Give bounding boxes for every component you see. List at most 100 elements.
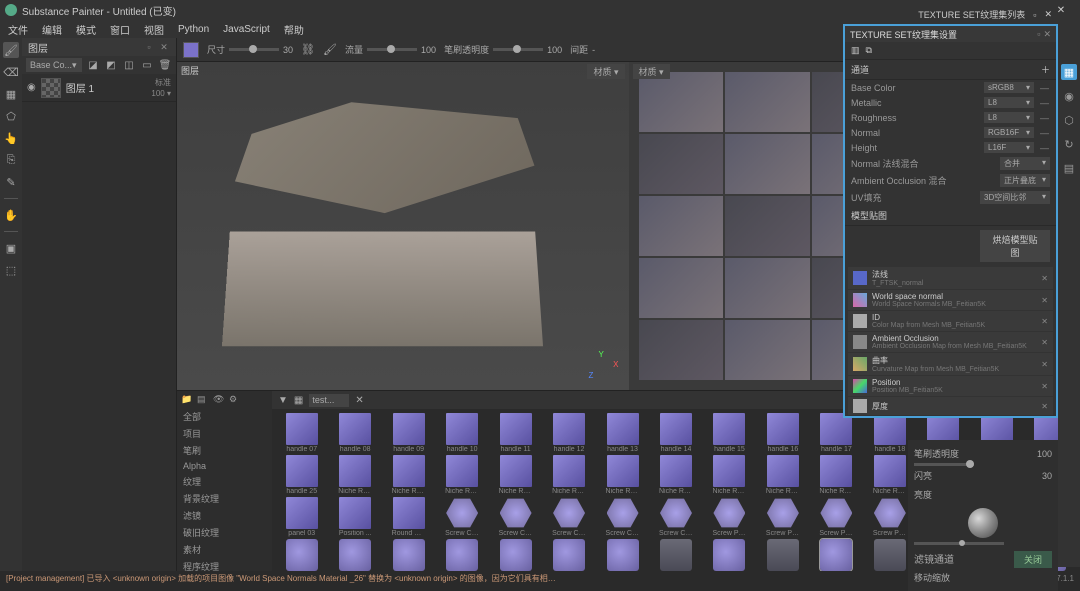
channel-format-select[interactable]: L8▾ bbox=[984, 112, 1034, 123]
tab-close-icon[interactable]: ✕ bbox=[1044, 9, 1052, 20]
brush-preview-swatch[interactable] bbox=[183, 42, 199, 58]
shelf-asset[interactable]: handle 15 bbox=[704, 413, 755, 453]
shelf-asset[interactable]: Niche Rec... bbox=[757, 455, 808, 495]
clear-search-icon[interactable]: ✕ bbox=[355, 395, 363, 406]
shelf-asset[interactable]: Screw Pol... bbox=[811, 497, 862, 537]
shelf-asset[interactable]: Position ... bbox=[329, 497, 380, 537]
vp2d-shader-select[interactable]: 材质 ▾ bbox=[633, 64, 670, 79]
mesh-map-row[interactable]: Ambient OcclusionAmbient Occlusion Map f… bbox=[848, 332, 1053, 352]
axis-gizmo[interactable]: YXZ bbox=[589, 350, 619, 380]
shelf-asset[interactable]: handle 17 bbox=[811, 413, 862, 453]
menu-javascript[interactable]: JavaScript bbox=[223, 24, 270, 35]
blend-mode-select[interactable]: Base Co... ▾ bbox=[26, 58, 82, 72]
delete-layer-icon[interactable]: 🗑 bbox=[158, 58, 172, 72]
channel-remove-icon[interactable]: — bbox=[1040, 113, 1050, 123]
picker-tool-icon[interactable]: ✎ bbox=[3, 174, 19, 190]
map-remove-icon[interactable]: ✕ bbox=[1041, 360, 1048, 369]
shelf-asset[interactable]: handle 10 bbox=[436, 413, 487, 453]
menu-help[interactable]: 帮助 bbox=[284, 22, 304, 37]
channel-format-select[interactable]: L16F▾ bbox=[984, 142, 1034, 153]
shelf-cat[interactable]: 背景纹理 bbox=[177, 490, 272, 507]
add-layer-icon[interactable]: ◪ bbox=[86, 58, 100, 72]
map-remove-icon[interactable]: ✕ bbox=[1041, 274, 1048, 283]
shelf-cat[interactable]: 破旧纹理 bbox=[177, 524, 272, 541]
texture-set-list-tab[interactable]: TEXTURE SET纹理集列表 ▫ ✕ bbox=[912, 6, 1058, 23]
visibility-icon[interactable]: ◉ bbox=[27, 82, 36, 93]
cube-tool-icon[interactable]: ⬚ bbox=[3, 262, 19, 278]
shelf-search-input[interactable] bbox=[309, 394, 349, 407]
add-group-icon[interactable]: ▭ bbox=[140, 58, 154, 72]
menu-view[interactable]: 视图 bbox=[144, 22, 164, 37]
shelf-asset[interactable]: Screw Cro... bbox=[543, 497, 594, 537]
spec-slider[interactable] bbox=[914, 463, 974, 466]
mesh-map-row[interactable]: PositionPosition MB_Feitian5K✕ bbox=[848, 376, 1053, 396]
material-icon[interactable]: ◉ bbox=[1061, 88, 1077, 104]
shelf-cat[interactable]: 笔刷 bbox=[177, 442, 272, 459]
folder-icon[interactable]: 📁 bbox=[181, 394, 193, 405]
projection-tool-icon[interactable]: ▦ bbox=[3, 86, 19, 102]
layer-item[interactable]: ◉ 图层 1 标准 100 ▾ bbox=[22, 74, 176, 102]
vp3d-shader-select[interactable]: 材质 ▾ bbox=[587, 64, 624, 79]
channel-remove-icon[interactable]: — bbox=[1040, 143, 1050, 153]
shelf-asset[interactable]: handle 25 bbox=[276, 455, 327, 495]
panel-close-icon[interactable]: ✕ bbox=[1043, 29, 1051, 40]
shelf-asset[interactable]: handle 11 bbox=[490, 413, 541, 453]
add-mask-icon[interactable]: ◫ bbox=[122, 58, 136, 72]
shelf-asset[interactable]: Screw Clu... bbox=[490, 497, 541, 537]
shelf-asset[interactable]: Screw Clu... bbox=[436, 497, 487, 537]
grid-icon[interactable]: ▦ bbox=[294, 395, 303, 406]
mesh-map-row[interactable]: 厚度✕ bbox=[848, 397, 1053, 415]
brush-preview-sphere[interactable] bbox=[968, 508, 998, 538]
shelf-asset[interactable]: handle 12 bbox=[543, 413, 594, 453]
bake-button[interactable]: 烘焙模型贴图 bbox=[980, 230, 1050, 262]
channel-remove-icon[interactable]: — bbox=[1040, 98, 1050, 108]
shelf-asset[interactable]: Round Hol... bbox=[383, 497, 434, 537]
shelf-asset[interactable]: Niche Rec... bbox=[329, 455, 380, 495]
flow-slider[interactable] bbox=[367, 48, 417, 51]
shelf-asset[interactable]: Niche Rec... bbox=[383, 455, 434, 495]
ao-mix-select[interactable]: 正片叠底▾ bbox=[1000, 174, 1050, 187]
shelf-cat[interactable]: 全部 bbox=[177, 408, 272, 425]
shelf-asset[interactable]: Screw Pol... bbox=[704, 497, 755, 537]
shelf-asset[interactable]: Niche Rec... bbox=[650, 455, 701, 495]
shelf-asset[interactable]: Niche Rec... bbox=[704, 455, 755, 495]
size-slider[interactable] bbox=[229, 48, 279, 51]
clone-tool-icon[interactable]: ⎘ bbox=[3, 152, 19, 168]
mesh-map-row[interactable]: 法线T_FTSK_normal✕ bbox=[848, 267, 1053, 289]
link-icon[interactable]: ⛓ bbox=[301, 43, 315, 57]
shelf-asset[interactable]: Niche Rec... bbox=[490, 455, 541, 495]
add-channel-icon[interactable]: ＋ bbox=[1041, 63, 1050, 76]
tab-undock-icon[interactable]: ▫ bbox=[1033, 10, 1036, 20]
shelf-asset[interactable]: Niche Rec... bbox=[436, 455, 487, 495]
mesh-map-row[interactable]: 曲率Curvature Map from Mesh MB_Feitian5K✕ bbox=[848, 353, 1053, 375]
add-fill-icon[interactable]: ◩ bbox=[104, 58, 118, 72]
viewport-3d[interactable]: 图层 材质 ▾ YXZ bbox=[177, 62, 629, 390]
mesh-map-row[interactable]: IDColor Map from Mesh MB_Feitian5K✕ bbox=[848, 311, 1053, 331]
shelf-cat[interactable]: 项目 bbox=[177, 425, 272, 442]
brush-direction-slider[interactable] bbox=[914, 542, 1004, 545]
channel-remove-icon[interactable]: — bbox=[1040, 83, 1050, 93]
shelf-asset[interactable]: handle 14 bbox=[650, 413, 701, 453]
stack-icon[interactable]: ▥ bbox=[851, 45, 860, 56]
shelf-asset[interactable]: panel 03 bbox=[276, 497, 327, 537]
smudge-tool-icon[interactable]: 👆 bbox=[3, 130, 19, 146]
shelf-cat[interactable]: 滤镜 bbox=[177, 507, 272, 524]
filter-icon[interactable]: ▼ bbox=[278, 395, 288, 406]
shelf-cat[interactable]: 素材 bbox=[177, 541, 272, 558]
hand-tool-icon[interactable]: ✋ bbox=[3, 207, 19, 223]
spacing-slider[interactable] bbox=[493, 48, 543, 51]
shelf-asset[interactable]: Screw Cro... bbox=[650, 497, 701, 537]
shelf-cat[interactable]: 纹理 bbox=[177, 473, 272, 490]
map-remove-icon[interactable]: ✕ bbox=[1041, 296, 1048, 305]
panel-close-icon[interactable]: ✕ bbox=[158, 41, 170, 53]
mesh-map-row[interactable]: World space normalWorld Space Normals MB… bbox=[848, 290, 1053, 310]
layout-tool-icon[interactable]: ▣ bbox=[3, 240, 19, 256]
menu-window[interactable]: 窗口 bbox=[110, 22, 130, 37]
shelf-asset[interactable]: handle 16 bbox=[757, 413, 808, 453]
mh-button[interactable]: 关闭 bbox=[1014, 551, 1052, 568]
shelf-asset[interactable]: handle 13 bbox=[597, 413, 648, 453]
layers-icon[interactable]: ⧉ bbox=[866, 45, 872, 56]
spec-value[interactable]: 100 bbox=[1037, 449, 1052, 459]
distance-value[interactable]: - bbox=[592, 45, 595, 55]
brush-tool-icon[interactable]: 🖌 bbox=[3, 42, 19, 58]
